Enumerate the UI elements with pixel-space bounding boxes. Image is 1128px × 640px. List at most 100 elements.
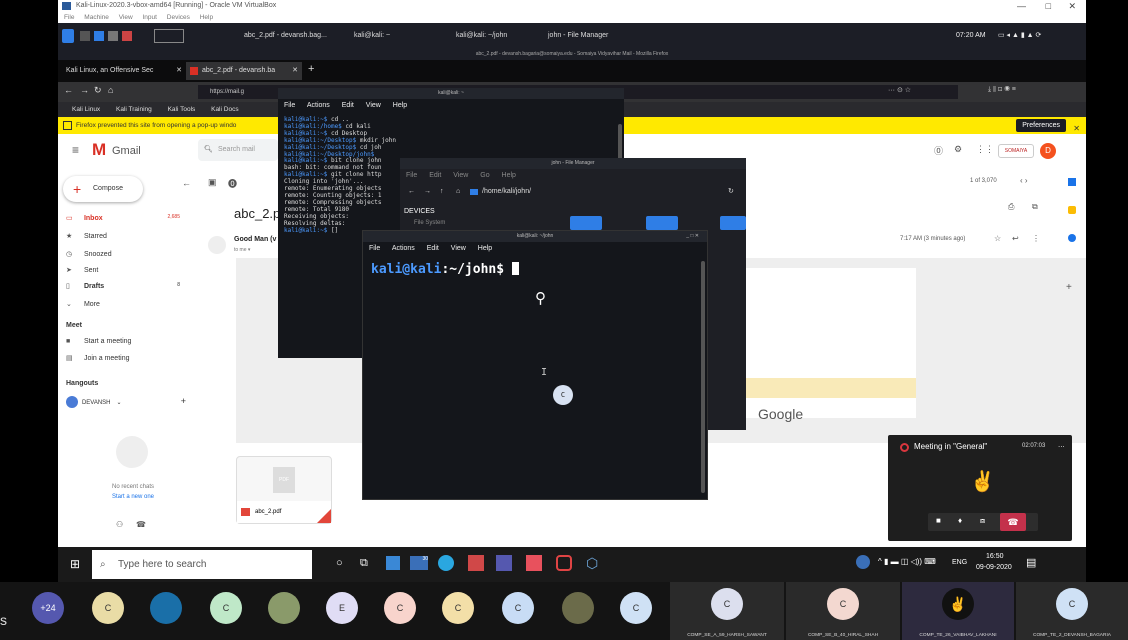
fm-menu-file[interactable]: File (406, 172, 417, 179)
app-icon[interactable] (468, 555, 484, 571)
gmail-search-input[interactable]: 🔍︎ Search mail (198, 139, 278, 161)
edge-icon[interactable] (438, 555, 454, 571)
term1-menu-help[interactable]: Help (393, 102, 407, 109)
teams-icon[interactable] (496, 555, 512, 571)
fm-back-icon[interactable]: ← (408, 184, 415, 200)
vbox-menu-file[interactable]: File (64, 14, 74, 21)
term2-menu-edit[interactable]: Edit (427, 245, 439, 252)
start-meeting[interactable]: ■ Start a meeting (66, 338, 131, 345)
hangouts-user[interactable]: DEVANSH ⌄ + (66, 396, 186, 408)
workspace-2-icon[interactable] (94, 31, 104, 41)
windows-start-icon[interactable]: ⊞ (70, 557, 80, 571)
fm-menu-help[interactable]: Help (502, 172, 516, 179)
bookmark-kali-tools[interactable]: Kali Tools (168, 106, 196, 113)
fm-up-icon[interactable]: ↑ (440, 184, 444, 200)
fm-folder-tile[interactable] (646, 216, 678, 230)
print-icon[interactable]: ⎙ (1008, 202, 1014, 212)
term1-menu-view[interactable]: View (366, 102, 381, 109)
fm-forward-icon[interactable]: → (424, 184, 431, 200)
participant-avatar[interactable]: C (442, 592, 474, 624)
participant-avatar[interactable] (150, 592, 182, 624)
notification-icon[interactable]: ▤ (1026, 556, 1036, 569)
help-icon[interactable]: ⓪ (934, 144, 943, 157)
prev-next-icon[interactable]: ‹ › (1020, 176, 1028, 185)
term1-menu-edit[interactable]: Edit (342, 102, 354, 109)
reload-icon[interactable]: ↻ (94, 85, 102, 96)
tab-close-icon[interactable]: ✕ (292, 62, 298, 80)
attachment-card[interactable]: PDF abc_2.pdf (236, 456, 332, 524)
participant-avatar[interactable] (268, 592, 300, 624)
vbox-menu-input[interactable]: Input (142, 14, 156, 21)
home-icon[interactable]: ⌂ (108, 85, 113, 95)
meeting-more-icon[interactable]: ... (1058, 440, 1065, 449)
fm-path-text[interactable]: /home/kali/john/ (482, 184, 531, 200)
more-options-icon[interactable]: ⋮ (1032, 234, 1040, 243)
recipient-text[interactable]: to me ▾ (234, 247, 250, 253)
nav-starred[interactable]: ★ Starred (66, 232, 107, 240)
terminal2-controls-icon[interactable]: _ □ ✕ (686, 231, 699, 242)
fm-home-icon[interactable]: ⌂ (456, 184, 460, 200)
taskbar-time[interactable]: 16:50 (986, 553, 1004, 560)
person-icon[interactable]: ⚇ (116, 520, 123, 529)
tab-kali[interactable]: Kali Linux, an Offensive Sec ✕ (58, 62, 186, 80)
participant-avatar[interactable]: C (210, 592, 242, 624)
nav-inbox[interactable]: ▭ Inbox 2,685 (66, 214, 180, 222)
compose-button[interactable]: + Compose (63, 176, 143, 202)
tasks-icon[interactable] (1068, 234, 1076, 242)
bookmark-kali-docs[interactable]: Kali Docs (211, 106, 238, 113)
nav-more[interactable]: ⌄ More (66, 300, 100, 308)
back-to-inbox-icon[interactable]: ← (182, 178, 191, 188)
gmail-logo-icon[interactable]: M (92, 140, 106, 160)
kali-menu-icon[interactable] (62, 29, 74, 43)
explorer-icon[interactable] (386, 556, 400, 570)
page-actions-icon[interactable]: ··· ⊙ ☆ (888, 86, 911, 94)
apps-icon[interactable]: ⋮⋮ (976, 144, 994, 155)
forward-icon[interactable]: → (80, 85, 89, 95)
fm-filesystem-item[interactable]: File System (414, 220, 445, 226)
cortana-icon[interactable]: ○ (336, 557, 343, 569)
term1-menu-actions[interactable]: Actions (307, 102, 330, 109)
tray-app-icon[interactable] (856, 555, 870, 569)
term2-menu-view[interactable]: View (451, 245, 466, 252)
tray-icons[interactable]: ^ ▮ ▬ ◫ ◁)) ⌨ (878, 557, 936, 566)
workspace-icon[interactable] (80, 31, 90, 41)
bookmark-kali-linux[interactable]: Kali Linux (72, 106, 100, 113)
term2-menu-actions[interactable]: Actions (392, 245, 415, 252)
phone-icon[interactable]: ☎ (136, 520, 146, 529)
participant-avatar[interactable]: C (92, 592, 124, 624)
maximize-icon[interactable]: □ (1046, 0, 1051, 12)
dropdown-icon[interactable]: ⌄ (116, 400, 121, 406)
fm-menu-edit[interactable]: Edit (429, 172, 441, 179)
language-indicator[interactable]: ENG (952, 559, 967, 566)
participant-tile[interactable]: C COMP_SE_B_40_HIRAL_SHAH (786, 582, 900, 640)
taskbar-date[interactable]: 09-09-2020 (976, 564, 1012, 571)
terminal-window-john[interactable]: kali@kali: ~/john _ □ ✕ File Actions Edi… (362, 230, 708, 500)
workspace-4-icon[interactable] (122, 31, 132, 41)
main-menu-icon[interactable]: ≡ (72, 143, 79, 157)
vbox-menu-machine[interactable]: Machine (84, 14, 109, 21)
fm-menu-view[interactable]: View (453, 172, 468, 179)
task-term1[interactable]: kali@kali: ~ (340, 29, 390, 43)
participant-tile[interactable]: ✌ COMP_TE_26_VAIBHAV_LAKHANI (902, 582, 1014, 640)
report-icon[interactable]: ⓿ (228, 177, 237, 190)
nav-drafts[interactable]: ▯ Drafts 8 (66, 282, 180, 290)
participant-avatar[interactable]: C (620, 592, 652, 624)
participant-avatar[interactable] (562, 592, 594, 624)
open-new-window-icon[interactable]: ⧉ (1032, 202, 1038, 212)
tab-close-icon[interactable]: ✕ (176, 62, 182, 80)
term1-menu-file[interactable]: File (284, 102, 295, 109)
join-meeting[interactable]: ▤ Join a meeting (66, 354, 129, 362)
term2-menu-help[interactable]: Help (478, 245, 492, 252)
meeting-popup[interactable]: Meeting in "General" 02:07:03 ... ✌ ■ ♦ … (888, 435, 1072, 541)
settings-icon[interactable]: ⚙ (954, 144, 962, 155)
participant-tile[interactable]: C COMP_TE_2_DEVANSH_BAGARIA (1016, 582, 1128, 640)
taskbar-search-input[interactable]: ⌕ Type here to search (92, 550, 312, 579)
share-screen-icon[interactable]: ⧈ (980, 516, 985, 526)
slack-icon[interactable] (526, 555, 542, 571)
toolbar-icons[interactable]: ⤓ ⫴ ⊡ ◉ ≡ (988, 86, 1016, 94)
close-icon[interactable]: ✕ (1068, 0, 1076, 12)
minimize-icon[interactable]: — (1017, 0, 1026, 12)
fm-folder-tile[interactable] (720, 216, 746, 230)
participant-tile[interactable]: C COMP_SE_A_59_HARSH_SAWANT (670, 582, 784, 640)
back-icon[interactable]: ← (64, 85, 73, 95)
